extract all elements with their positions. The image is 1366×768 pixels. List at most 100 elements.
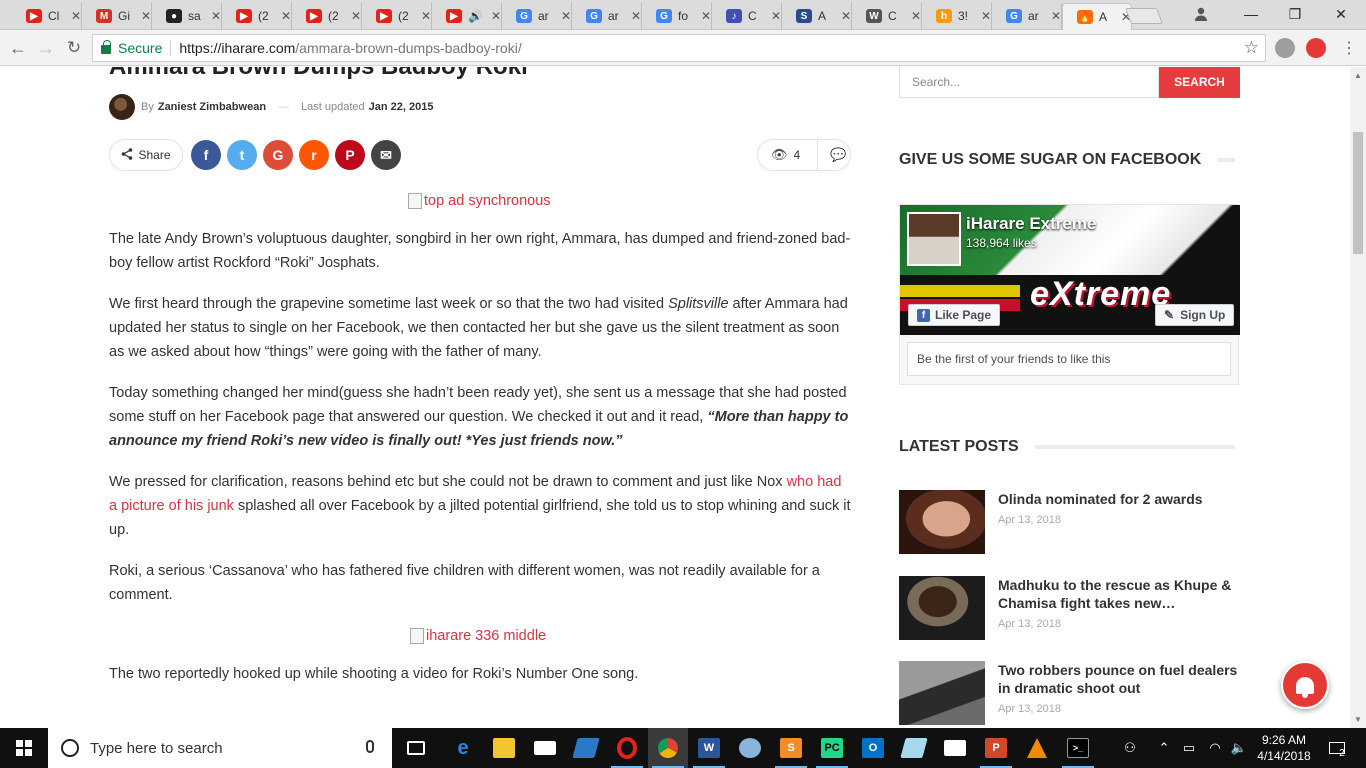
- comments-icon[interactable]: 💬: [830, 147, 846, 163]
- browser-tab[interactable]: h 3! ✕: [922, 3, 992, 29]
- reddit-share-button[interactable]: r: [299, 140, 329, 170]
- volume-icon[interactable]: 🔈: [1228, 728, 1250, 768]
- battery-icon[interactable]: ▭: [1178, 728, 1200, 768]
- browser-tab[interactable]: ♪ C ✕: [712, 3, 782, 29]
- browser-tab[interactable]: Gar ✕: [572, 3, 642, 29]
- close-tab-icon[interactable]: ✕: [141, 9, 151, 23]
- wifi-icon[interactable]: ◠: [1204, 728, 1226, 768]
- facebook-share-button[interactable]: f: [191, 140, 221, 170]
- facebook-page-name[interactable]: iHarare Extreme: [966, 214, 1096, 234]
- pinterest-share-button[interactable]: P: [335, 140, 365, 170]
- latest-post-item[interactable]: Olinda nominated for 2 awards Apr 13, 20…: [899, 490, 1240, 554]
- taskbar-chrome[interactable]: [648, 728, 688, 768]
- post-thumbnail[interactable]: [899, 661, 985, 725]
- page-scrollbar[interactable]: ▲ ▼: [1350, 67, 1366, 728]
- search-button[interactable]: SEARCH: [1159, 67, 1240, 98]
- post-title[interactable]: Madhuku to the rescue as Khupe & Chamisa…: [998, 576, 1243, 612]
- forward-button[interactable]: →: [34, 36, 58, 60]
- taskbar-pycharm[interactable]: PC: [812, 728, 852, 768]
- share-button[interactable]: Share: [109, 139, 183, 171]
- browser-tab[interactable]: M Gi ✕: [82, 3, 152, 29]
- taskbar-file-explorer[interactable]: [484, 728, 524, 768]
- browser-tab[interactable]: ▶ (2 ✕: [222, 3, 292, 29]
- browser-tab[interactable]: ▶ Cl ✕: [12, 3, 82, 29]
- scroll-up-arrow[interactable]: ▲: [1354, 71, 1362, 80]
- latest-post-item[interactable]: Two robbers pounce on fuel dealers in dr…: [899, 661, 1240, 725]
- new-tab-button[interactable]: [1125, 8, 1163, 24]
- taskbar-opera[interactable]: [607, 728, 647, 768]
- scroll-down-arrow[interactable]: ▼: [1354, 715, 1362, 724]
- close-tab-icon[interactable]: ✕: [771, 9, 781, 23]
- taskbar-paint[interactable]: [730, 728, 770, 768]
- people-icon[interactable]: ⚇: [1118, 728, 1142, 768]
- close-tab-icon[interactable]: ✕: [351, 9, 361, 23]
- browser-tab[interactable]: ▶ (2 ✕: [292, 3, 362, 29]
- post-title[interactable]: Two robbers pounce on fuel dealers in dr…: [998, 661, 1243, 697]
- close-tab-icon[interactable]: ✕: [1051, 9, 1061, 23]
- taskbar-outlook[interactable]: O: [853, 728, 893, 768]
- system-clock[interactable]: 9:26 AM 4/14/2018: [1252, 732, 1316, 764]
- google-plus-share-button[interactable]: G: [263, 140, 293, 170]
- close-tab-icon[interactable]: ✕: [841, 9, 851, 23]
- close-tab-icon[interactable]: ✕: [491, 9, 501, 23]
- start-button[interactable]: [0, 728, 48, 768]
- action-center-icon[interactable]: 2: [1322, 728, 1352, 768]
- show-hidden-icons-chevron[interactable]: ⌃: [1154, 728, 1174, 768]
- facebook-like-page-button[interactable]: f Like Page: [908, 304, 1001, 326]
- facebook-sign-up-button[interactable]: ✎ Sign Up: [1155, 304, 1235, 326]
- browser-tab[interactable]: ▶ 🔊 ✕: [432, 3, 502, 29]
- secure-indicator[interactable]: Secure: [101, 40, 162, 56]
- facebook-page-avatar[interactable]: [907, 212, 961, 266]
- minimize-window-button[interactable]: —: [1228, 0, 1274, 28]
- taskbar-photos[interactable]: [935, 728, 975, 768]
- close-tab-icon[interactable]: ✕: [981, 9, 991, 23]
- taskbar-vlc[interactable]: [1017, 728, 1057, 768]
- taskbar-powerpoint[interactable]: P: [976, 728, 1016, 768]
- facebook-cover-image[interactable]: eXtreme iHarare Extreme 138,964 likes fL…: [900, 205, 1240, 335]
- taskbar-edge[interactable]: e: [443, 728, 483, 768]
- latest-post-item[interactable]: Madhuku to the rescue as Khupe & Chamisa…: [899, 576, 1240, 640]
- extension-icon[interactable]: [1275, 38, 1295, 58]
- taskbar-terminal[interactable]: >_: [1058, 728, 1098, 768]
- microphone-icon[interactable]: [366, 740, 374, 753]
- post-thumbnail[interactable]: [899, 490, 985, 554]
- taskbar-search-box[interactable]: Type here to search: [48, 728, 392, 768]
- taskbar-sublime[interactable]: S: [771, 728, 811, 768]
- close-tab-icon[interactable]: ✕: [211, 9, 221, 23]
- taskbar-word[interactable]: W: [689, 728, 729, 768]
- search-input[interactable]: Search...: [899, 67, 1159, 98]
- scrollbar-thumb[interactable]: [1353, 132, 1363, 254]
- browser-tab[interactable]: ▶ (2 ✕: [362, 3, 432, 29]
- browser-tab[interactable]: S A ✕: [782, 3, 852, 29]
- browser-tab[interactable]: Gfo ✕: [642, 3, 712, 29]
- author-avatar[interactable]: [109, 94, 135, 120]
- middle-ad-image[interactable]: iharare 336 middle: [410, 628, 546, 644]
- post-title[interactable]: Olinda nominated for 2 awards: [998, 490, 1243, 508]
- close-tab-icon[interactable]: ✕: [701, 9, 711, 23]
- browser-tab[interactable]: Gar ✕: [502, 3, 572, 29]
- close-tab-icon[interactable]: ✕: [561, 9, 571, 23]
- twitter-share-button[interactable]: t: [227, 140, 257, 170]
- browser-tab[interactable]: 🔥 A ✕: [1062, 3, 1132, 30]
- browser-tab[interactable]: Gar ✕: [992, 3, 1062, 29]
- browser-tab[interactable]: W C ✕: [852, 3, 922, 29]
- push-notification-bell[interactable]: [1281, 661, 1329, 709]
- close-tab-icon[interactable]: ✕: [281, 9, 291, 23]
- close-tab-icon[interactable]: ✕: [71, 9, 81, 23]
- bookmark-star-icon[interactable]: ☆: [1244, 38, 1259, 58]
- email-share-button[interactable]: ✉: [371, 140, 401, 170]
- address-bar[interactable]: Secure https://iharare.com /ammara-brown…: [92, 34, 1266, 62]
- back-button[interactable]: ←: [6, 36, 30, 60]
- close-tab-icon[interactable]: ✕: [421, 9, 431, 23]
- author-name[interactable]: Zaniest Zimbabwean: [158, 101, 266, 113]
- taskbar-app-blue[interactable]: [566, 728, 606, 768]
- chrome-menu-icon[interactable]: ⋮: [1337, 36, 1361, 60]
- opera-extension-icon[interactable]: [1306, 38, 1326, 58]
- profile-icon[interactable]: [1178, 0, 1224, 28]
- taskbar-notes[interactable]: [894, 728, 934, 768]
- task-view-button[interactable]: [396, 728, 436, 768]
- post-thumbnail[interactable]: [899, 576, 985, 640]
- browser-tab[interactable]: ● sa ✕: [152, 3, 222, 29]
- close-tab-icon[interactable]: ✕: [911, 9, 921, 23]
- close-window-button[interactable]: ✕: [1318, 0, 1364, 28]
